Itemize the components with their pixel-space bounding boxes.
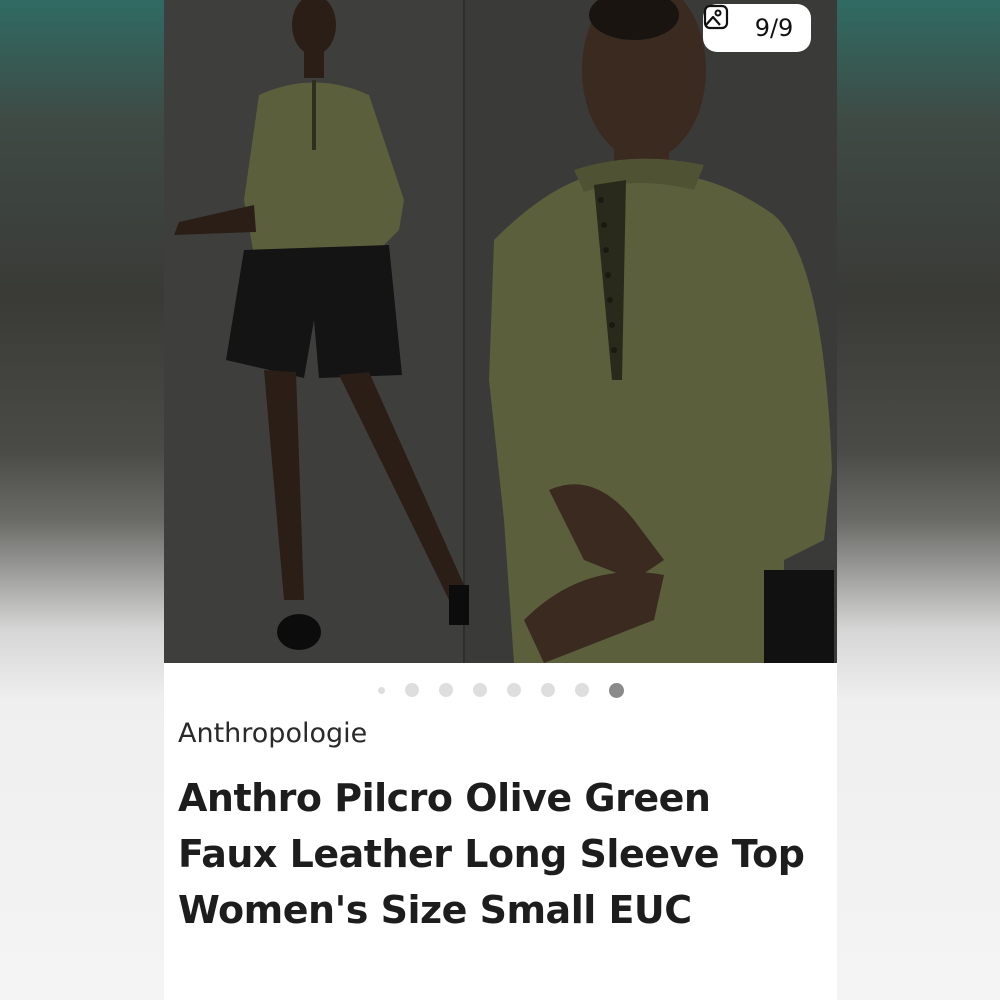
carousel-dots — [164, 679, 837, 701]
blurred-background-right — [837, 0, 1000, 1000]
carousel-dot[interactable] — [438, 683, 453, 697]
carousel-dot[interactable] — [574, 683, 589, 697]
product-card: 9/9 Anthropologie Anthro Pilcro Olive Gr… — [164, 0, 837, 1000]
image-icon — [703, 4, 747, 41]
product-photo-illustration — [164, 0, 837, 663]
carousel-dot[interactable] — [540, 683, 555, 697]
carousel-dot[interactable] — [472, 683, 487, 697]
image-counter-badge: 9/9 — [703, 4, 811, 52]
image-counter-text: 9/9 — [754, 14, 794, 42]
carousel-dot[interactable] — [506, 683, 521, 697]
brand-name[interactable]: Anthropologie — [178, 718, 367, 749]
blurred-background-left — [0, 0, 164, 1000]
carousel-dot-active[interactable] — [608, 682, 624, 698]
listing-title: Anthro Pilcro Olive Green Faux Leather L… — [178, 776, 805, 932]
carousel-dot[interactable] — [377, 686, 385, 694]
carousel-dot[interactable] — [404, 683, 419, 697]
product-photo[interactable]: 9/9 — [164, 0, 837, 663]
